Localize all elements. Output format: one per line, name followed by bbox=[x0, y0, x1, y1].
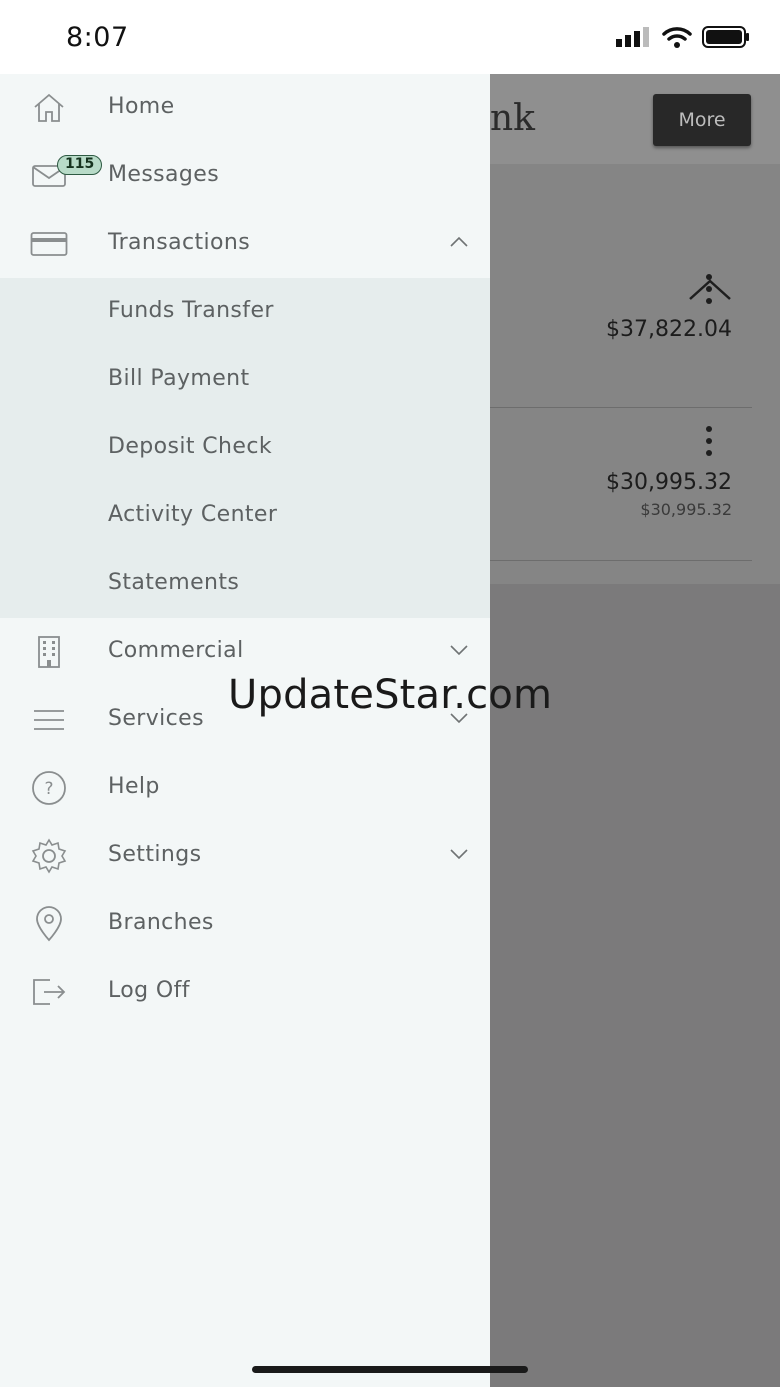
account-row[interactable]: $37,822.04 bbox=[490, 164, 752, 408]
chevron-up-icon bbox=[450, 236, 468, 247]
submenu-item-bill-payment[interactable]: Bill Payment bbox=[0, 346, 490, 414]
submenu-item-label: Deposit Check bbox=[108, 434, 272, 459]
bank-logo-fragment: nk bbox=[490, 98, 535, 139]
accounts-card: $37,822.04 $30,995.32 $30,995.32 bbox=[490, 164, 780, 584]
background-app-overlay[interactable]: nk More $37,822.04 $30,995.32 $30,995.32 bbox=[490, 74, 780, 1387]
submenu-item-label: Bill Payment bbox=[108, 366, 250, 391]
menu-item-label: Services bbox=[108, 706, 204, 731]
location-pin-icon bbox=[30, 906, 68, 942]
menu-item-label: Home bbox=[108, 94, 175, 119]
wifi-icon bbox=[662, 27, 692, 48]
navigation-drawer: Home Messages 115 Transactions Funds Tra… bbox=[0, 74, 490, 1387]
menu-item-settings[interactable]: Settings bbox=[0, 822, 490, 890]
submenu-item-label: Statements bbox=[108, 570, 240, 595]
menu-item-branches[interactable]: Branches bbox=[0, 890, 490, 958]
chevron-down-icon bbox=[450, 645, 468, 656]
menu-item-messages[interactable]: Messages bbox=[0, 142, 490, 210]
submenu-item-funds-transfer[interactable]: Funds Transfer bbox=[0, 278, 490, 346]
menu-item-label: Settings bbox=[108, 842, 202, 867]
menu-item-label: Messages bbox=[108, 162, 220, 187]
credit-card-icon bbox=[30, 226, 68, 262]
menu-item-label: Branches bbox=[108, 910, 214, 935]
menu-item-log-off[interactable]: Log Off bbox=[0, 958, 490, 1026]
cellular-signal-icon bbox=[616, 27, 649, 47]
menu-item-label: Help bbox=[108, 774, 160, 799]
building-icon bbox=[30, 634, 68, 670]
home-indicator[interactable] bbox=[252, 1366, 528, 1373]
menu-item-label: Commercial bbox=[108, 638, 244, 663]
transactions-submenu: Funds Transfer Bill Payment Deposit Chec… bbox=[0, 278, 490, 618]
help-icon: ? bbox=[30, 770, 68, 806]
log-off-icon bbox=[30, 974, 68, 1010]
battery-icon bbox=[702, 26, 749, 48]
svg-text:?: ? bbox=[44, 779, 53, 799]
account-balance: $30,995.32 bbox=[606, 470, 732, 495]
account-options-icon[interactable] bbox=[706, 426, 712, 462]
submenu-item-label: Funds Transfer bbox=[108, 298, 274, 323]
menu-item-home[interactable]: Home bbox=[0, 74, 490, 142]
submenu-item-label: Activity Center bbox=[108, 502, 278, 527]
gear-icon bbox=[30, 838, 68, 874]
account-balance: $37,822.04 bbox=[606, 317, 732, 342]
unread-count-badge: 115 bbox=[57, 155, 103, 175]
menu-item-transactions[interactable]: Transactions bbox=[0, 210, 490, 278]
submenu-item-deposit-check[interactable]: Deposit Check bbox=[0, 414, 490, 482]
chevron-down-icon bbox=[450, 849, 468, 860]
account-options-icon[interactable] bbox=[706, 274, 712, 310]
account-row[interactable]: $30,995.32 $30,995.32 bbox=[490, 408, 752, 561]
app-header: nk More bbox=[490, 74, 780, 164]
menu-item-label: Transactions bbox=[108, 230, 251, 255]
status-bar: 8:07 bbox=[0, 0, 780, 74]
watermark-text: UpdateStar.com bbox=[228, 672, 553, 718]
submenu-item-statements[interactable]: Statements bbox=[0, 550, 490, 618]
menu-item-label: Log Off bbox=[108, 978, 190, 1003]
submenu-item-activity-center[interactable]: Activity Center bbox=[0, 482, 490, 550]
status-icons bbox=[616, 26, 750, 48]
status-time: 8:07 bbox=[66, 22, 129, 53]
account-available-balance: $30,995.32 bbox=[640, 500, 732, 519]
hamburger-icon bbox=[30, 702, 68, 738]
more-button[interactable]: More bbox=[653, 94, 751, 146]
menu-item-help[interactable]: ? Help bbox=[0, 754, 490, 822]
home-icon bbox=[30, 90, 68, 126]
